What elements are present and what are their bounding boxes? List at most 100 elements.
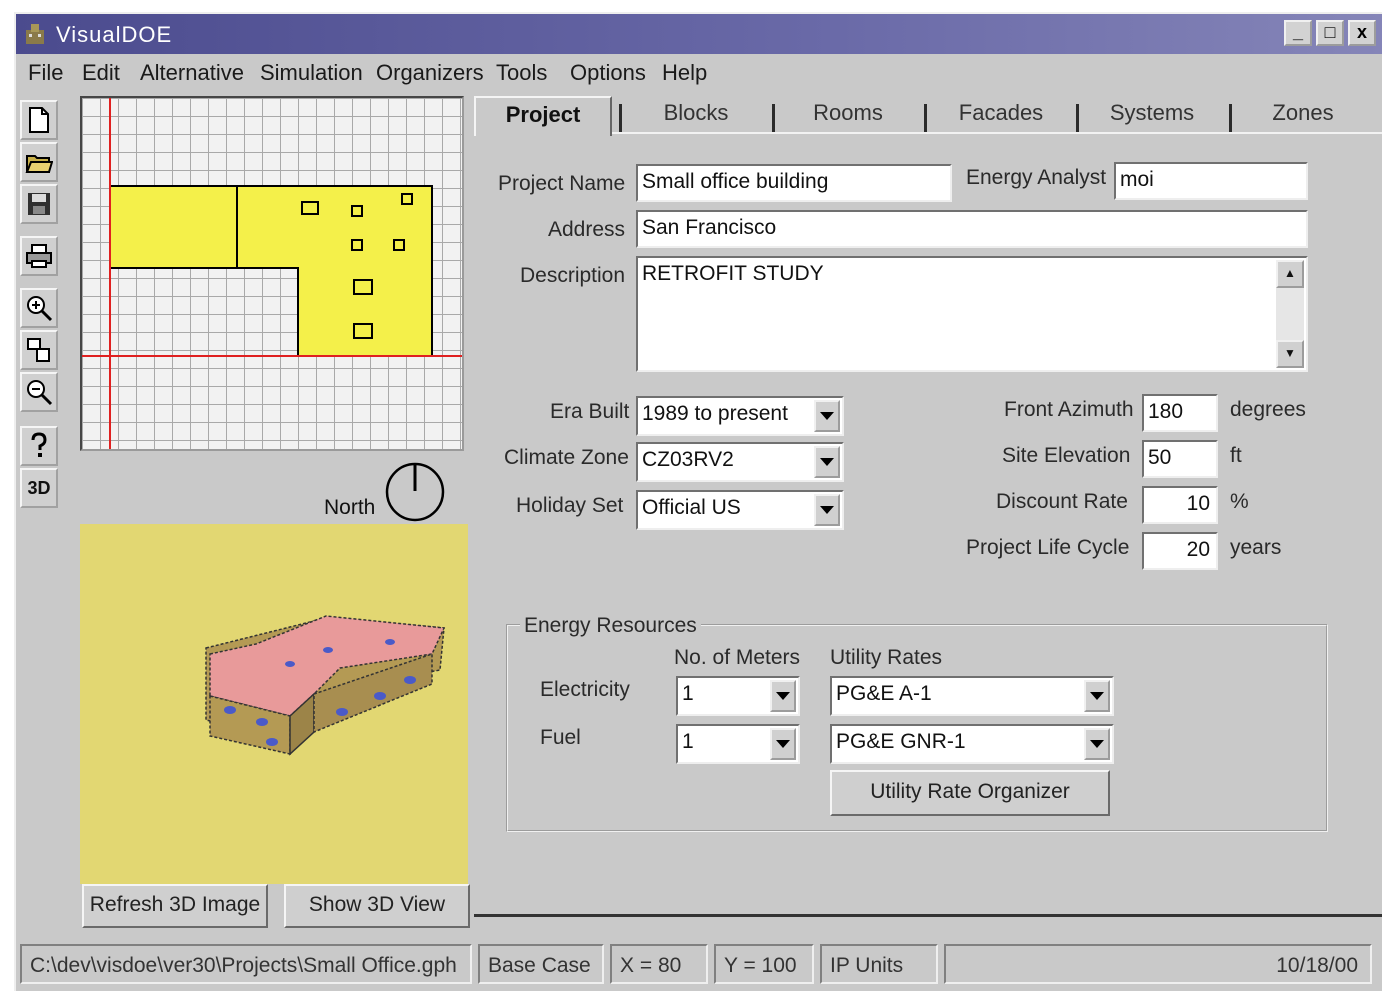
- scroll-down-icon[interactable]: ▼: [1276, 340, 1304, 368]
- window-title: VisualDOE: [56, 22, 173, 47]
- chevron-down-icon[interactable]: [814, 494, 840, 526]
- front-azimuth-label: Front Azimuth: [1004, 398, 1134, 421]
- utility-rates-column-header: Utility Rates: [830, 646, 943, 669]
- discount-rate-field[interactable]: 10: [1142, 486, 1218, 524]
- menu-help[interactable]: Help: [662, 60, 707, 86]
- era-built-label: Era Built: [550, 400, 630, 423]
- description-scrollbar[interactable]: ▲ ▼: [1276, 260, 1304, 368]
- new-file-button[interactable]: [20, 100, 58, 140]
- description-text: RETROFIT STUDY: [642, 262, 824, 285]
- tab-blocks[interactable]: Blocks: [626, 96, 766, 136]
- chevron-down-icon[interactable]: [1084, 680, 1110, 712]
- app-icon: [26, 24, 44, 44]
- menu-edit[interactable]: Edit: [82, 60, 120, 86]
- holiday-set-label: Holiday Set: [516, 494, 624, 517]
- zoom-out-icon: [27, 380, 53, 406]
- menu-alternative[interactable]: Alternative: [140, 60, 244, 86]
- zoom-in-icon: [27, 296, 53, 322]
- chevron-down-icon[interactable]: [770, 680, 796, 712]
- front-azimuth-field[interactable]: 180: [1142, 394, 1218, 432]
- description-textarea[interactable]: RETROFIT STUDY ▲ ▼: [636, 256, 1308, 372]
- open-button[interactable]: [20, 142, 58, 182]
- status-y-coordinate: Y = 100: [714, 944, 814, 984]
- discount-rate-label: Discount Rate: [996, 490, 1128, 513]
- electricity-meters-select[interactable]: 1: [676, 676, 800, 716]
- era-built-select[interactable]: 1989 to present: [636, 396, 844, 436]
- building-footprint: [109, 185, 433, 357]
- menu-file[interactable]: File: [28, 60, 63, 86]
- fuel-rate-value: PG&E GNR-1: [836, 730, 966, 753]
- maximize-button[interactable]: □: [1316, 20, 1344, 46]
- status-file-path: C:\dev\visdoe\ver30\Projects\Small Offic…: [20, 944, 472, 984]
- era-built-value: 1989 to present: [642, 402, 788, 425]
- 3d-icon: 3D: [27, 477, 51, 498]
- tab-zones[interactable]: Zones: [1236, 96, 1370, 136]
- energy-analyst-label: Energy Analyst: [966, 166, 1107, 189]
- tab-facades[interactable]: Facades: [930, 96, 1072, 136]
- electricity-rate-select[interactable]: PG&E A-1: [830, 676, 1114, 716]
- project-life-cycle-label: Project Life Cycle: [966, 536, 1130, 559]
- menu-organizers[interactable]: Organizers: [376, 60, 484, 86]
- climate-zone-select[interactable]: CZ03RV2: [636, 442, 844, 482]
- chevron-down-icon[interactable]: [814, 446, 840, 478]
- electricity-meters-value: 1: [682, 682, 694, 705]
- elevation-unit: ft: [1230, 444, 1242, 467]
- floor-plan-view[interactable]: [80, 96, 464, 451]
- fuel-rate-select[interactable]: PG&E GNR-1: [830, 724, 1114, 764]
- tab-project[interactable]: Project: [474, 96, 612, 136]
- chevron-down-icon[interactable]: [1084, 728, 1110, 760]
- meters-column-header: No. of Meters: [674, 646, 801, 669]
- 3d-view[interactable]: [80, 524, 468, 884]
- utility-rate-organizer-button[interactable]: Utility Rate Organizer: [830, 770, 1110, 816]
- site-elevation-label: Site Elevation: [1002, 444, 1131, 467]
- minimize-button[interactable]: _: [1284, 20, 1312, 46]
- menu-simulation[interactable]: Simulation: [260, 60, 363, 86]
- save-disk-icon: [28, 193, 50, 215]
- tab-rooms[interactable]: Rooms: [778, 96, 918, 136]
- holiday-set-value: Official US: [642, 496, 741, 519]
- zoom-out-button[interactable]: [20, 372, 58, 412]
- refresh-3d-image-button[interactable]: Refresh 3D Image: [82, 884, 268, 928]
- north-label: North: [324, 496, 376, 519]
- status-x-coordinate: X = 80: [610, 944, 708, 984]
- chevron-down-icon[interactable]: [814, 400, 840, 432]
- lifecycle-unit: years: [1230, 536, 1282, 559]
- project-name-label: Project Name: [498, 172, 626, 195]
- 3d-button[interactable]: 3D: [20, 468, 58, 508]
- project-life-cycle-field[interactable]: 20: [1142, 532, 1218, 570]
- open-folder-icon: [25, 155, 53, 173]
- floor-plan-drawing: [82, 98, 462, 449]
- status-bar: C:\dev\visdoe\ver30\Projects\Small Offic…: [16, 942, 1382, 988]
- north-compass-icon: [385, 462, 445, 522]
- menu-options[interactable]: Options: [570, 60, 646, 86]
- status-units: IP Units: [820, 944, 938, 984]
- zoom-in-button[interactable]: [20, 288, 58, 328]
- energy-analyst-field[interactable]: moi: [1114, 162, 1308, 200]
- azimuth-unit: degrees: [1230, 398, 1306, 421]
- scroll-up-icon[interactable]: ▲: [1276, 260, 1304, 288]
- holiday-set-select[interactable]: Official US: [636, 490, 844, 530]
- building-3d-render: [205, 615, 446, 756]
- discount-unit: %: [1230, 490, 1249, 513]
- content-divider: [474, 914, 1382, 917]
- help-button[interactable]: [20, 426, 58, 466]
- save-button[interactable]: [20, 184, 58, 224]
- chevron-down-icon[interactable]: [770, 728, 796, 760]
- close-button[interactable]: x: [1348, 20, 1376, 46]
- electricity-rate-value: PG&E A-1: [836, 682, 932, 705]
- title-bar[interactable]: VisualDOE _ □ x: [16, 14, 1382, 54]
- climate-zone-label: Climate Zone: [504, 446, 629, 469]
- project-name-field[interactable]: Small office building: [636, 164, 952, 202]
- fuel-meters-select[interactable]: 1: [676, 724, 800, 764]
- status-alternative: Base Case: [478, 944, 604, 984]
- menu-tools[interactable]: Tools: [496, 60, 547, 86]
- show-3d-view-button[interactable]: Show 3D View: [284, 884, 470, 928]
- address-label: Address: [548, 218, 626, 241]
- fit-view-button[interactable]: [20, 330, 58, 370]
- address-field[interactable]: San Francisco: [636, 210, 1308, 248]
- menu-bar: File Edit Alternative Simulation Organiz…: [16, 58, 1382, 92]
- print-button[interactable]: [20, 236, 58, 276]
- site-elevation-field[interactable]: 50: [1142, 440, 1218, 478]
- tab-systems[interactable]: Systems: [1082, 96, 1222, 136]
- climate-zone-value: CZ03RV2: [642, 448, 734, 471]
